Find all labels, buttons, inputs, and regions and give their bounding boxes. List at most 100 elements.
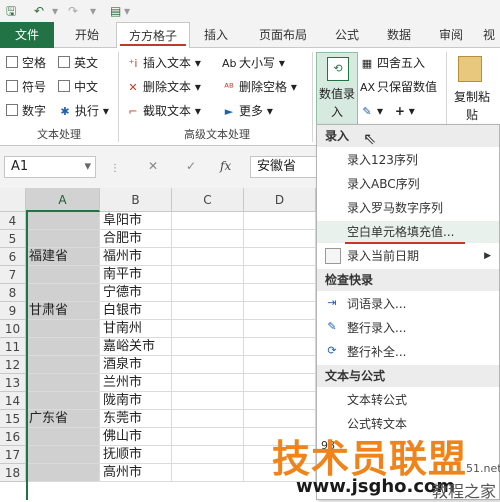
row-header[interactable]: 14 xyxy=(0,392,26,410)
cell-b[interactable]: 佛山市 xyxy=(100,428,172,446)
row-header[interactable]: 10 xyxy=(0,320,26,338)
cell-a[interactable] xyxy=(26,338,100,356)
row-header[interactable]: 8 xyxy=(0,284,26,302)
redo-icon[interactable]: ↷ xyxy=(68,3,78,19)
insert-text-button[interactable]: ⁺ⅰ 插入文本 ▾ xyxy=(126,54,201,72)
checkbox-space[interactable]: 空格 xyxy=(6,54,46,72)
cell-b[interactable]: 合肥市 xyxy=(100,230,172,248)
menu-item-word-entry[interactable]: ⇥ 词语录入... xyxy=(317,293,499,315)
cell-c[interactable] xyxy=(172,320,244,338)
cell-a[interactable] xyxy=(26,356,100,374)
cell-a[interactable] xyxy=(26,212,100,230)
cell-b[interactable]: 抚顺市 xyxy=(100,446,172,464)
row-header[interactable]: 16 xyxy=(0,428,26,446)
menu-item-row-complete[interactable]: ⟳ 整行补全... xyxy=(317,341,499,363)
cell-d[interactable] xyxy=(244,284,316,302)
cell-b[interactable]: 福州市 xyxy=(100,248,172,266)
cell-a[interactable] xyxy=(26,284,100,302)
tab-home[interactable]: 开始 xyxy=(62,22,112,48)
cell-b[interactable]: 南平市 xyxy=(100,266,172,284)
cell-c[interactable] xyxy=(172,248,244,266)
row-header[interactable]: 7 xyxy=(0,266,26,284)
insert-function-icon[interactable]: fx xyxy=(220,159,231,173)
cell-c[interactable] xyxy=(172,410,244,428)
cell-d[interactable] xyxy=(244,320,316,338)
cell-b[interactable]: 兰州市 xyxy=(100,374,172,392)
keep-value-button[interactable]: AX 只保留数值 xyxy=(360,78,437,96)
checkbox-digits[interactable]: 数字 xyxy=(6,102,46,120)
copy-paste-label-2[interactable]: 贴 xyxy=(466,106,478,124)
edit-button[interactable]: ✎ ▾ + ▾ xyxy=(360,102,414,120)
row-header[interactable]: 9 xyxy=(0,302,26,320)
cell-d[interactable] xyxy=(244,338,316,356)
menu-item-current-date[interactable]: 录入当前日期 ▶ xyxy=(317,245,499,267)
cell-c[interactable] xyxy=(172,446,244,464)
tab-data[interactable]: 数据 xyxy=(376,22,422,48)
checkbox-symbol[interactable]: 符号 xyxy=(6,78,46,96)
undo-icon[interactable]: ↶ xyxy=(34,3,44,19)
cell-c[interactable] xyxy=(172,464,244,482)
value-entry-button[interactable]: ⟲ 数值录 入 xyxy=(316,52,358,126)
cell-c[interactable] xyxy=(172,374,244,392)
cell-a[interactable]: 广东省 xyxy=(26,410,100,428)
checkbox-chinese[interactable]: 中文 xyxy=(58,78,98,96)
cell-a[interactable] xyxy=(26,230,100,248)
menu-item-text-to-formula[interactable]: 文本转公式 xyxy=(317,389,499,411)
menu-item-row-entry[interactable]: ✎ 整行录入... xyxy=(317,317,499,339)
cell-b[interactable]: 东莞市 xyxy=(100,410,172,428)
cell-c[interactable] xyxy=(172,284,244,302)
row-header[interactable]: 13 xyxy=(0,374,26,392)
cell-b[interactable]: 阜阳市 xyxy=(100,212,172,230)
tab-page-layout[interactable]: 页面布局 xyxy=(246,22,320,48)
delete-space-button[interactable]: ᴬᴮ 删除空格 ▾ xyxy=(222,78,297,96)
form-icon[interactable]: ▤ xyxy=(110,3,121,19)
cell-a[interactable] xyxy=(26,374,100,392)
cell-b[interactable]: 白银市 xyxy=(100,302,172,320)
round-button[interactable]: ▦ 四舍五入 xyxy=(360,54,425,72)
tab-view[interactable]: 视 xyxy=(478,22,500,48)
more-button[interactable]: ► 更多 ▾ xyxy=(222,102,273,120)
column-header-a[interactable]: A xyxy=(26,188,100,212)
row-header[interactable]: 4 xyxy=(0,212,26,230)
tab-review[interactable]: 审阅 xyxy=(428,22,474,48)
column-header-c[interactable]: C xyxy=(172,188,244,212)
name-box-dropdown-icon[interactable]: ▾ xyxy=(84,157,91,177)
cell-a[interactable] xyxy=(26,266,100,284)
row-header[interactable]: 12 xyxy=(0,356,26,374)
menu-item-entry-abc[interactable]: 录入ABC序列 xyxy=(317,173,499,195)
cell-b[interactable]: 嘉峪关市 xyxy=(100,338,172,356)
customize-icon[interactable]: ▾ xyxy=(124,3,130,19)
cell-d[interactable] xyxy=(244,266,316,284)
cell-a[interactable] xyxy=(26,464,100,482)
copy-paste-label[interactable]: 复制粘 xyxy=(454,88,490,106)
cell-c[interactable] xyxy=(172,392,244,410)
menu-item-entry-roman[interactable]: 录入罗马数字序列 xyxy=(317,197,499,219)
cell-b[interactable]: 酒泉市 xyxy=(100,356,172,374)
cell-d[interactable] xyxy=(244,248,316,266)
execute-button[interactable]: ✱ 执行 ▾ xyxy=(58,102,108,120)
cell-b[interactable]: 宁德市 xyxy=(100,284,172,302)
name-box[interactable]: A1 ▾ xyxy=(4,156,96,178)
cell-c[interactable] xyxy=(172,338,244,356)
row-header[interactable]: 17 xyxy=(0,446,26,464)
menu-item-fill-blank-cells[interactable]: 空白单元格填充值... xyxy=(317,221,499,243)
row-header[interactable]: 15 xyxy=(0,410,26,428)
column-header-d[interactable]: D xyxy=(244,188,316,212)
row-header[interactable]: 18 xyxy=(0,464,26,482)
delete-text-button[interactable]: ✕ 删除文本 ▾ xyxy=(126,78,200,96)
enter-icon[interactable]: ✓ xyxy=(186,159,196,173)
tab-file[interactable]: 文件 xyxy=(0,22,54,48)
redo-dropdown-icon[interactable]: ▾ xyxy=(90,3,96,19)
row-header[interactable]: 11 xyxy=(0,338,26,356)
cell-d[interactable] xyxy=(244,410,316,428)
cell-a[interactable]: 甘肃省 xyxy=(26,302,100,320)
tab-insert[interactable]: 插入 xyxy=(192,22,240,48)
cell-d[interactable] xyxy=(244,374,316,392)
plus-icon[interactable]: + xyxy=(395,104,405,118)
tab-formulas[interactable]: 公式 xyxy=(324,22,370,48)
row-header[interactable]: 5 xyxy=(0,230,26,248)
menu-item-entry-123[interactable]: 录入123序列 xyxy=(317,149,499,171)
cell-a[interactable]: 福建省 xyxy=(26,248,100,266)
cell-a[interactable] xyxy=(26,446,100,464)
cell-d[interactable] xyxy=(244,230,316,248)
